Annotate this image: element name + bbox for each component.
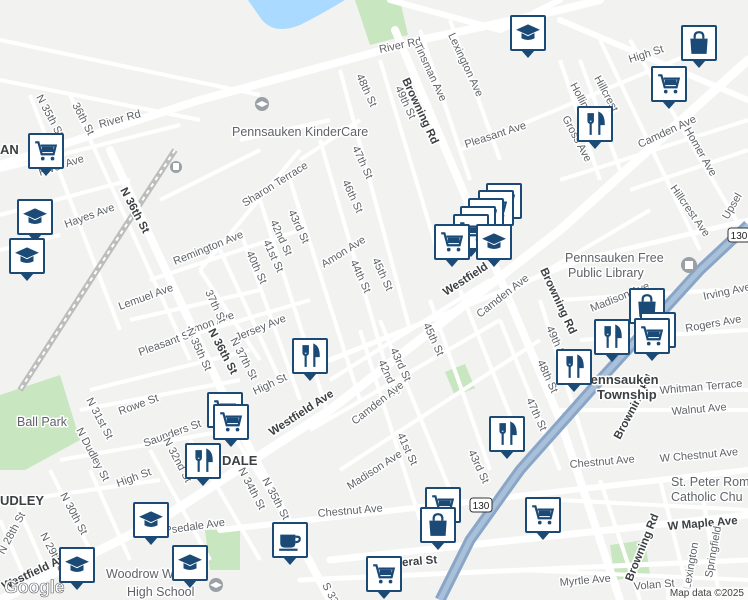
grocery-pin[interactable] — [434, 224, 470, 267]
school-icon — [64, 552, 90, 578]
shopping-cart-icon — [218, 409, 244, 435]
46th-label: 46th St — [339, 178, 365, 215]
grocery-pin[interactable] — [651, 66, 687, 109]
st-peter-label-line1: St. Peter Rom — [671, 475, 748, 489]
restaurant-pin[interactable] — [556, 349, 592, 392]
whitman-label: Whitman Terrace — [659, 378, 743, 397]
lexington-bot-label: Lexington — [681, 541, 701, 590]
map-attribution[interactable]: Map data ©2025 — [665, 587, 748, 600]
school-icon — [14, 243, 40, 269]
restaurant-icon — [599, 324, 625, 350]
route-130-shield-top: 130 — [727, 227, 748, 243]
w-chestnut-label: W Chestnut Ave — [659, 446, 738, 465]
lexington-top-label: Lexington Ave — [445, 31, 485, 99]
n30th-label: N 30th St — [57, 491, 89, 537]
restaurant-pin[interactable] — [185, 443, 221, 486]
school-icon — [481, 229, 507, 255]
google-logo: Google — [4, 577, 65, 598]
36th-top-label: 36th St — [69, 101, 96, 137]
restaurant-pin[interactable] — [594, 319, 630, 362]
myrtle-label: Myrtle Ave — [559, 573, 611, 589]
coffee-icon — [277, 527, 303, 553]
shopping-bag-icon — [425, 512, 451, 538]
graduation-cap-icon — [255, 97, 269, 111]
svg-text:130: 130 — [473, 501, 490, 512]
shopping-cart-icon — [33, 138, 59, 164]
rowe-label: Rowe St — [117, 392, 160, 417]
shopping-cart-icon — [656, 71, 682, 97]
restaurant-pin[interactable] — [292, 338, 328, 381]
ballpark-label: Ball Park — [17, 415, 68, 429]
library-label-line1: Pennsauken Free — [565, 251, 664, 265]
chestnut-ave-label: Chestnut Ave — [569, 453, 635, 471]
sharon-terrace-label: Sharon Terrace — [240, 160, 310, 210]
cafe-pin[interactable] — [272, 522, 308, 565]
springfield-label: Springfield — [703, 525, 724, 578]
40th-label: 40th St — [243, 249, 269, 286]
park-area — [205, 530, 240, 570]
kindercare-label: Pennsauken KinderCare — [232, 125, 368, 139]
an-label: AN — [0, 142, 19, 157]
grocery-pin[interactable] — [634, 318, 670, 361]
restaurant-icon — [582, 111, 608, 137]
s33-label: S 33 — [319, 581, 340, 600]
school-pin[interactable] — [510, 15, 546, 58]
transit-icon — [170, 161, 182, 173]
restaurant-pin[interactable] — [577, 106, 613, 149]
school-pin[interactable] — [59, 547, 95, 590]
school-pin[interactable] — [172, 545, 208, 588]
restaurant-icon — [190, 448, 216, 474]
madison-bot-label: Madison Ave — [345, 448, 404, 492]
grocery-pin[interactable] — [366, 556, 402, 599]
high-b-label: High St — [115, 466, 153, 490]
dudley-label: UDLEY — [0, 493, 44, 508]
47th-b-label: 47th St — [523, 396, 549, 433]
shop-pin[interactable] — [681, 25, 717, 68]
restaurant-icon — [561, 354, 587, 380]
graduation-cap-icon — [209, 578, 223, 592]
shopping-cart-icon — [371, 561, 397, 587]
school-icon — [177, 550, 203, 576]
township-label-line2: Township — [597, 387, 657, 402]
water-body — [248, 0, 345, 29]
shopping-cart-icon — [639, 323, 665, 349]
dale-label: DALE — [222, 453, 258, 468]
school-icon — [515, 20, 541, 46]
school-pin[interactable] — [17, 199, 53, 242]
walnut-label: Walnut Ave — [671, 401, 727, 418]
48th-label: 48th St — [353, 72, 379, 109]
w-maple-label: W Maple Ave — [667, 515, 738, 533]
shopping-cart-icon — [439, 229, 465, 255]
restaurant-icon — [297, 343, 323, 369]
shop-pin[interactable] — [420, 507, 456, 550]
grocery-pin[interactable] — [525, 497, 561, 540]
47th-label: 47th St — [349, 144, 375, 181]
school-pin[interactable] — [9, 238, 45, 281]
library-label-line2: Public Library — [568, 266, 644, 280]
shopping-bag-icon — [686, 30, 712, 56]
grocery-pin[interactable] — [28, 133, 64, 176]
route-130-shield-bottom: 130 — [469, 497, 493, 513]
school-pin[interactable] — [476, 224, 512, 267]
school-icon — [22, 204, 48, 230]
st-peter-label-line2: Catholic Chu — [671, 490, 743, 504]
township-label-line1: Pennsauken — [582, 372, 659, 387]
svg-text:130: 130 — [731, 231, 748, 242]
grocery-pin[interactable] — [213, 404, 249, 447]
restaurant-icon — [494, 421, 520, 447]
irving-label: Irving Ave — [702, 281, 748, 303]
school-icon — [138, 507, 164, 533]
restaurant-pin[interactable] — [489, 416, 525, 459]
44th-label: 44th St — [347, 258, 373, 295]
school-pin[interactable] — [133, 502, 169, 545]
book-icon — [681, 257, 697, 273]
shopping-cart-icon — [530, 502, 556, 528]
